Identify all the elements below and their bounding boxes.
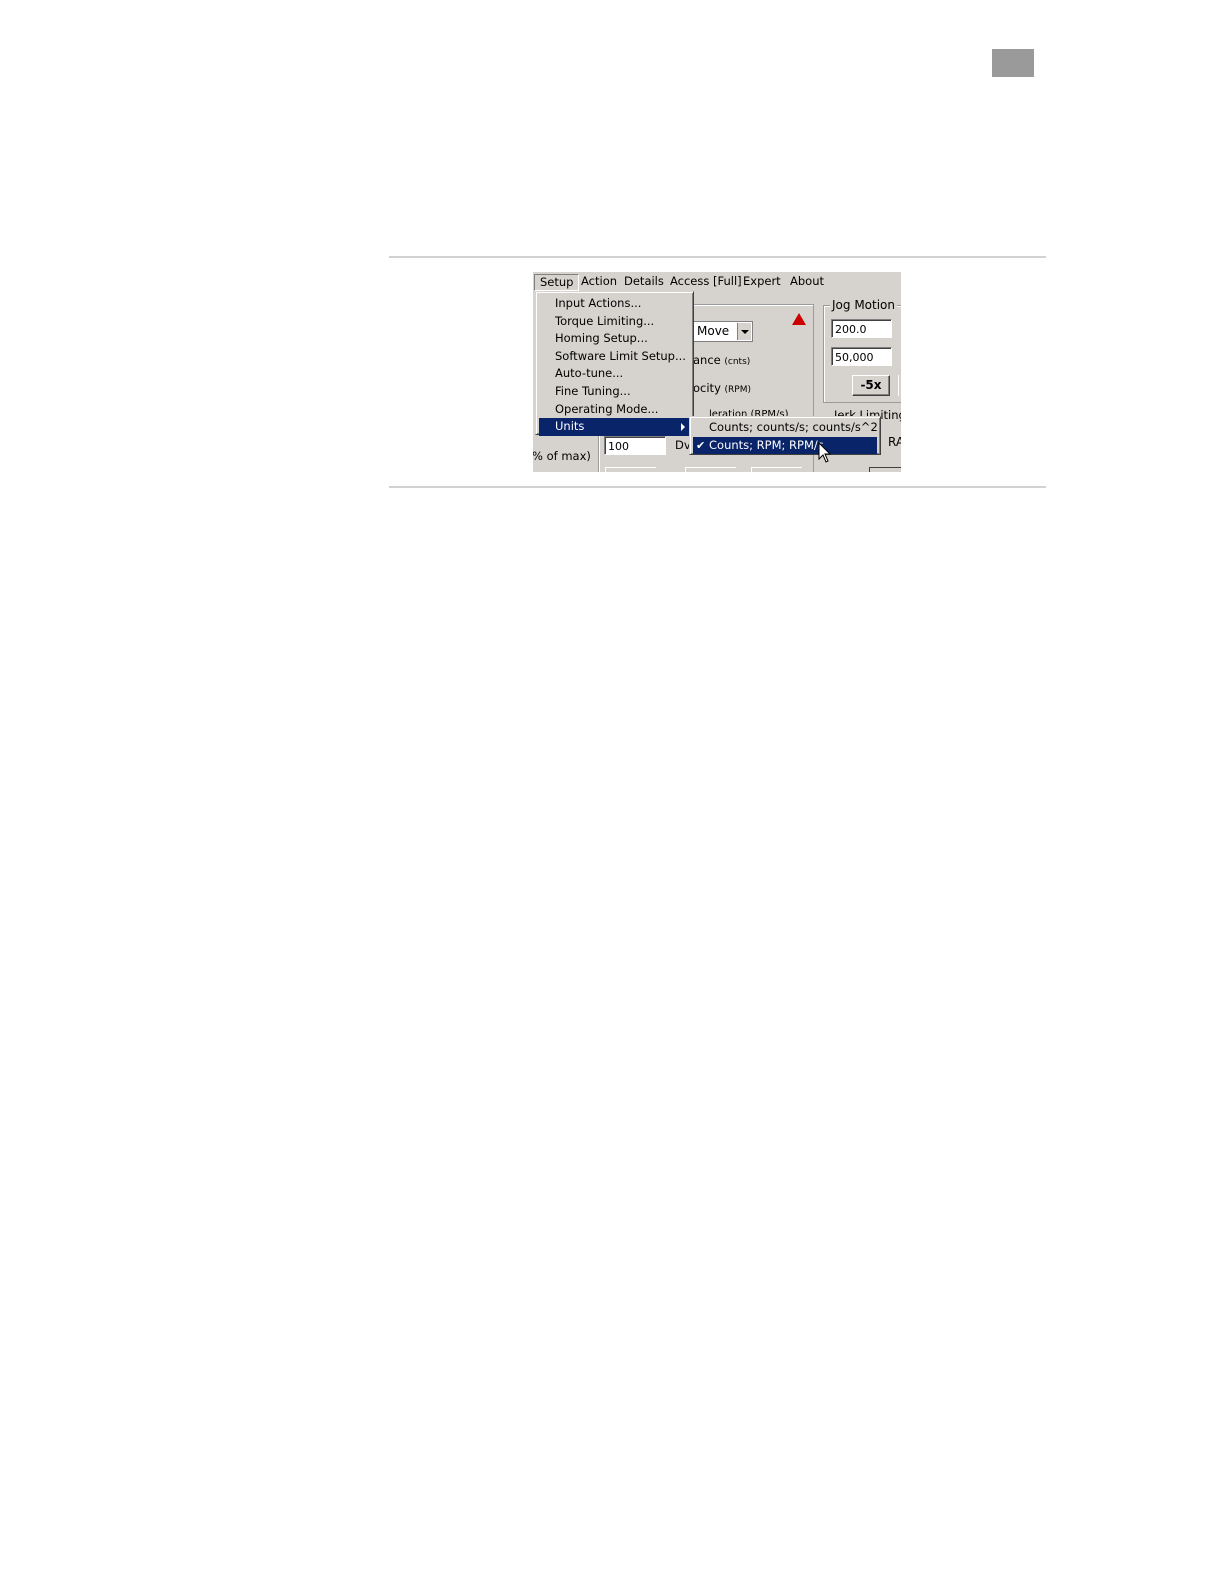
menu-action[interactable]: Action bbox=[576, 273, 622, 290]
chevron-down-icon[interactable] bbox=[737, 323, 751, 340]
jog-minus-5x-button[interactable]: -5x bbox=[852, 375, 890, 396]
page-tab-marker bbox=[992, 49, 1034, 77]
jog-next-button-partial[interactable] bbox=[898, 375, 901, 396]
menu-item-units-label: Units bbox=[555, 419, 585, 434]
menu-details[interactable]: Details bbox=[619, 273, 669, 290]
torque-percent-field[interactable]: 100 bbox=[604, 436, 666, 455]
menu-item-software-limit-setup[interactable]: Software Limit Setup... bbox=[539, 348, 690, 366]
menu-item-operating-mode[interactable]: Operating Mode... bbox=[539, 401, 690, 419]
partial-button-2[interactable] bbox=[685, 467, 736, 472]
percent-max-label: % of max) bbox=[533, 449, 591, 463]
move-type-value: Move bbox=[697, 324, 730, 338]
jog-acceleration-field[interactable]: 50,000 bbox=[831, 347, 892, 366]
figure-top-rule bbox=[389, 256, 1046, 258]
distance-label: ance (cnts) bbox=[693, 353, 751, 367]
partial-button-1[interactable] bbox=[605, 467, 656, 472]
menu-bar: Setup Action Details Access [Full] Exper… bbox=[533, 272, 901, 291]
menu-setup[interactable]: Setup bbox=[534, 274, 580, 291]
units-option-rpm-label: Counts; RPM; RPM/s bbox=[709, 437, 824, 452]
warning-icon bbox=[792, 313, 806, 325]
figure-bottom-rule bbox=[389, 486, 1046, 488]
partial-button-3[interactable] bbox=[751, 467, 802, 472]
submenu-arrow-icon bbox=[681, 423, 685, 432]
checkmark-icon: ✔ bbox=[696, 438, 706, 452]
ra-label: RA bbox=[888, 435, 901, 449]
partial-field[interactable] bbox=[869, 467, 901, 472]
jog-velocity-field[interactable]: 200.0 bbox=[831, 319, 892, 338]
setup-menu: Input Actions... Torque Limiting... Homi… bbox=[535, 291, 694, 436]
move-type-select[interactable]: Move bbox=[689, 321, 753, 342]
menu-about[interactable]: About bbox=[785, 273, 829, 290]
menu-item-fine-tuning[interactable]: Fine Tuning... bbox=[539, 383, 690, 401]
app-screenshot: Setup Action Details Access [Full] Exper… bbox=[533, 272, 901, 472]
menu-item-auto-tune[interactable]: Auto-tune... bbox=[539, 365, 690, 383]
menu-item-input-actions[interactable]: Input Actions... bbox=[539, 295, 690, 313]
units-option-rpm[interactable]: ✔ Counts; RPM; RPM/s bbox=[693, 436, 877, 455]
mouse-cursor-icon bbox=[818, 442, 832, 463]
units-submenu: Counts; counts/s; counts/s^2 ✔ Counts; R… bbox=[689, 416, 881, 455]
menu-item-units[interactable]: Units bbox=[539, 418, 690, 436]
menu-access[interactable]: Access [Full] bbox=[665, 273, 747, 290]
menu-expert[interactable]: Expert bbox=[738, 273, 786, 290]
menu-item-homing-setup[interactable]: Homing Setup... bbox=[539, 330, 690, 348]
jog-motion-title: Jog Motion bbox=[830, 298, 897, 312]
menu-item-torque-limiting[interactable]: Torque Limiting... bbox=[539, 313, 690, 331]
velocity-label: ocity (RPM) bbox=[693, 381, 751, 395]
units-option-counts[interactable]: Counts; counts/s; counts/s^2 bbox=[693, 419, 878, 437]
